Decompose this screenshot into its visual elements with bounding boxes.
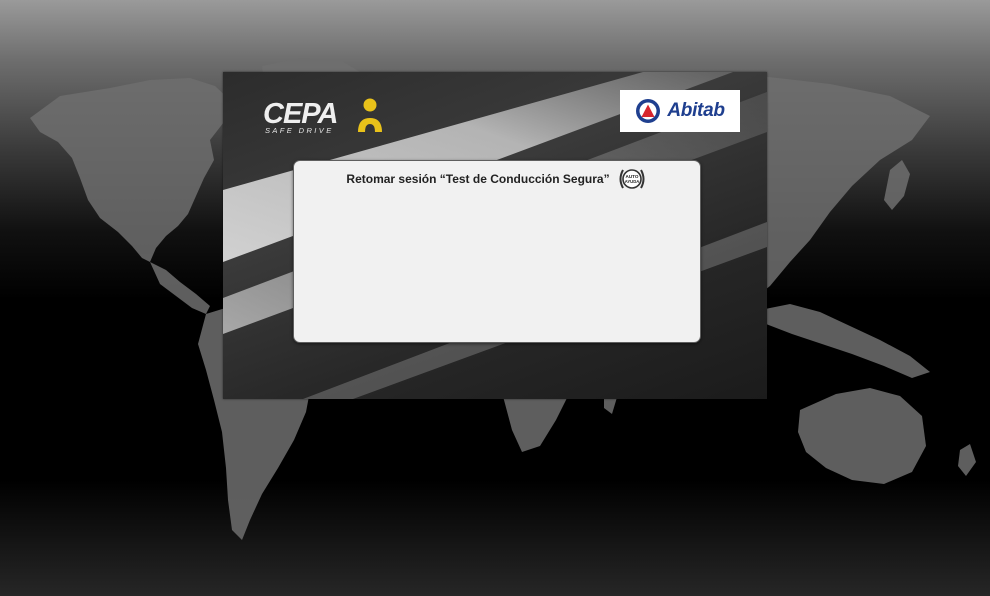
resume-session-dialog: Retomar sesión “Test de Conducción Segur…: [293, 160, 701, 343]
australia-shape: [798, 388, 926, 484]
cepa-person-icon: [358, 98, 382, 132]
abitab-logo: Abitab: [620, 90, 740, 132]
new-zealand-shape: [958, 444, 976, 476]
dialog-title: Retomar sesión “Test de Conducción Segur…: [346, 172, 610, 186]
dialog-header: Retomar sesión “Test de Conducción Segur…: [294, 167, 700, 191]
autoayuda-badge-icon: AUTO AYUDA: [619, 169, 645, 189]
cepa-tagline: SAFE DRIVE: [265, 126, 334, 135]
badge-line2: AYUDA: [624, 179, 639, 184]
cepa-logo: CEPA SAFE DRIVE: [263, 98, 382, 135]
southeast-asia-shape: [760, 304, 930, 378]
north-america-shape: [30, 78, 230, 262]
japan-shape: [884, 160, 910, 210]
central-america-shape: [150, 262, 210, 314]
abitab-name: Abitab: [667, 100, 725, 121]
abitab-emblem-icon: [636, 99, 661, 123]
main-panel: CEPA SAFE DRIVE Abitab Retomar sesión “T…: [223, 72, 767, 399]
